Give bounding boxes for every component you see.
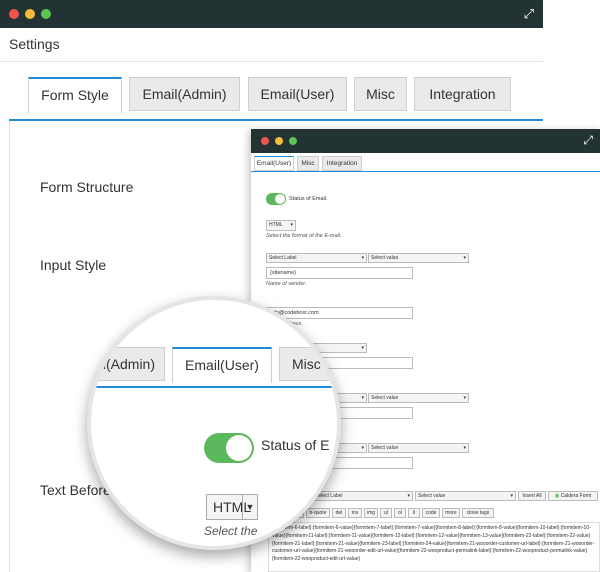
editor-button-ins[interactable]: ins — [348, 508, 362, 518]
tab-email-admin[interactable]: Email(Admin) — [91, 347, 165, 381]
editor-label-select[interactable]: Select Label — [312, 491, 413, 501]
magnifier-lens: Email(Admin) Email(User) Misc Status of … — [87, 296, 341, 550]
caldera-form-label: Caldera Form — [560, 493, 592, 499]
email-status-toggle[interactable] — [266, 193, 286, 205]
tab-email-user[interactable]: Email(User) — [254, 156, 294, 171]
chevron-down-icon: ▼ — [242, 495, 257, 519]
status-label: Status of E — [261, 437, 330, 453]
tab-email-user[interactable]: Email(User) — [172, 347, 272, 383]
close-window-button[interactable] — [9, 9, 19, 19]
format-select[interactable]: HTML ▼ — [206, 494, 258, 520]
text-before-label: Text Before — [40, 482, 111, 498]
tab-integration[interactable]: Integration — [414, 77, 511, 111]
title-bar: ⤢ — [0, 0, 543, 28]
close-window-button[interactable] — [261, 137, 269, 145]
divider — [0, 61, 543, 62]
editor-button-del[interactable]: del — [332, 508, 346, 518]
tab-underline — [251, 171, 600, 172]
editor-button-li[interactable]: li — [408, 508, 420, 518]
expand-icon[interactable]: ⤢ — [583, 134, 593, 146]
tab-underline — [91, 386, 337, 388]
editor-button-ul[interactable]: ul — [380, 508, 392, 518]
editor-button-code[interactable]: code — [422, 508, 440, 518]
tab-misc[interactable]: Misc — [297, 156, 319, 171]
email-address-input[interactable]: info@codeboxr.com — [266, 307, 413, 319]
sender-name-input[interactable]: {sitename} — [266, 267, 413, 279]
email-body-textarea[interactable]: {formitem-6-label}:{formitem-6-value}{fo… — [268, 522, 600, 572]
status-label: Status of Email. — [289, 196, 328, 202]
input-style-label: Input Style — [40, 257, 107, 273]
editor-button-ol[interactable]: ol — [394, 508, 406, 518]
tab-misc[interactable]: Misc — [354, 77, 407, 111]
value-select[interactable]: Select value — [368, 253, 469, 263]
format-hint: Select the — [204, 524, 258, 538]
format-hint: Select the format of the E-mail. — [266, 233, 342, 239]
minimize-window-button[interactable] — [275, 137, 283, 145]
insert-all-button[interactable]: Insert All — [518, 491, 546, 501]
label-select[interactable]: Select Label — [266, 253, 367, 263]
tab-misc[interactable]: Misc — [279, 347, 337, 381]
toggle-knob — [226, 435, 252, 461]
sender-name-hint: Name of sender. — [266, 281, 307, 287]
editor-button-img[interactable]: img — [364, 508, 378, 518]
toggle-knob — [275, 194, 285, 204]
maximize-window-button[interactable] — [289, 137, 297, 145]
editor-value-select[interactable]: Select value — [415, 491, 516, 501]
minimize-window-button[interactable] — [25, 9, 35, 19]
expand-icon[interactable]: ⤢ — [524, 7, 534, 20]
panel-border — [9, 121, 10, 572]
editor-button-more[interactable]: more — [442, 508, 460, 518]
value-select-3[interactable]: Select value — [368, 393, 469, 403]
title-bar: ⤢ — [251, 129, 600, 153]
tab-email-user[interactable]: Email(User) — [248, 77, 347, 111]
caldera-form-button[interactable]: ▣ Caldera Form — [548, 491, 598, 501]
format-select[interactable]: HTML — [266, 220, 296, 231]
editor-button-close-tags[interactable]: close tags — [462, 508, 494, 518]
email-status-toggle[interactable] — [204, 433, 254, 463]
tab-underline — [9, 119, 543, 121]
tab-integration[interactable]: Integration — [322, 156, 362, 171]
form-structure-label: Form Structure — [40, 179, 134, 195]
maximize-window-button[interactable] — [41, 9, 51, 19]
value-select-4[interactable]: Select value — [368, 443, 469, 453]
tab-email-admin[interactable]: Email(Admin) — [129, 77, 240, 111]
page-title: Settings — [9, 36, 60, 52]
editor-button-bquote[interactable]: b-quote — [306, 508, 330, 518]
tab-form-style[interactable]: Form Style — [28, 77, 122, 113]
